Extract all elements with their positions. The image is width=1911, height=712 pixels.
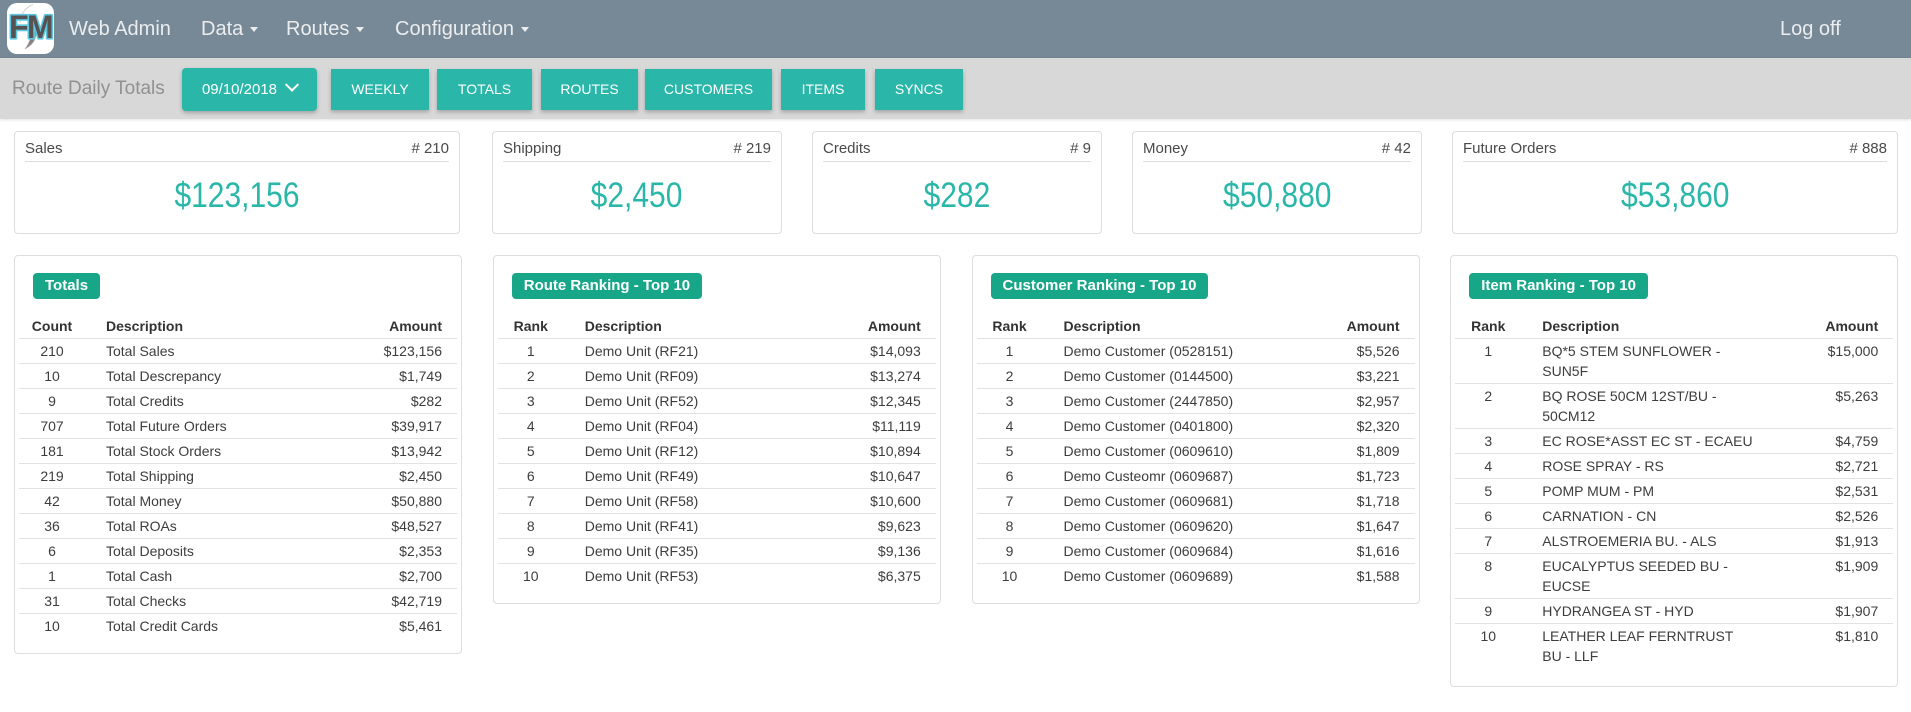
svg-text:FM: FM bbox=[9, 9, 52, 45]
